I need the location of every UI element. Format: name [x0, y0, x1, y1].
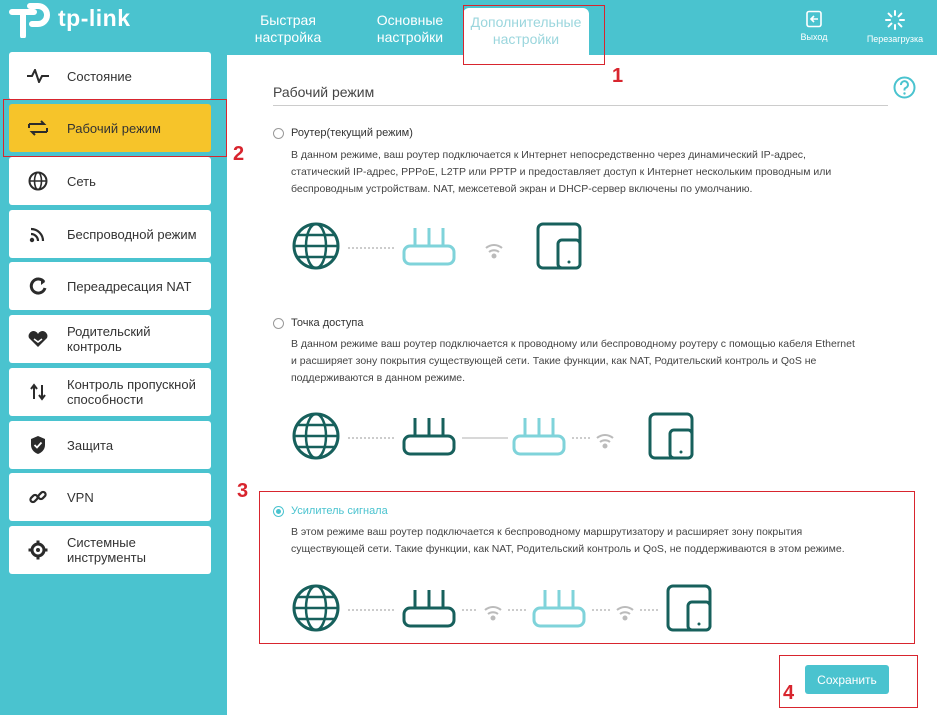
label-line: способности: [67, 392, 144, 407]
status-icon: [9, 69, 67, 83]
main-router-icon: [402, 418, 456, 456]
sidebar-item-wireless[interactable]: Беспроводной режим: [9, 210, 211, 258]
sidebar-item-label: Переадресация NAT: [67, 278, 192, 294]
nat-icon: [9, 277, 67, 295]
logo-text: tp-link: [58, 5, 131, 31]
sidebar-item-network[interactable]: Сеть: [9, 157, 211, 205]
annotation-number-3: 3: [237, 480, 249, 502]
tablet-icon: [536, 222, 582, 270]
sidebar-item-bandwidth-control[interactable]: Контроль пропускной способности: [9, 368, 211, 416]
radio-access-point-mode[interactable]: [273, 318, 284, 329]
annotation-number-4: 4: [783, 682, 795, 704]
tab-quick-setup[interactable]: Быстрая настройка: [228, 12, 348, 46]
sidebar-item-label: Защита: [67, 437, 114, 453]
desc-line: В данном режиме ваш роутер подключается …: [291, 338, 855, 350]
desc-line: и расширяет зону покрытия существующей с…: [291, 355, 817, 367]
vpn-icon: [9, 487, 67, 507]
sidebar-item-label: Контроль пропускной способности: [67, 377, 196, 407]
sidebar-item-label: Сеть: [67, 173, 96, 189]
tp-link-logo: tp-link: [8, 2, 138, 38]
section-title: Рабочий режим: [273, 84, 375, 100]
globe-icon: [292, 412, 340, 460]
network-icon: [9, 171, 67, 191]
annotation-number-2: 2: [233, 143, 245, 165]
logout-button[interactable]: Выход: [795, 10, 833, 42]
access-point-diagram: [292, 412, 694, 460]
router-mode-diagram: [292, 222, 582, 270]
desc-line: поддерживаются в данном режиме.: [291, 372, 466, 384]
tab-label: Основные: [376, 12, 444, 28]
section-divider: [273, 105, 888, 106]
option-desc-router: В данном режиме, ваш роутер подключается…: [291, 147, 901, 198]
tablet-icon: [648, 412, 694, 460]
wifi-icon: [485, 244, 503, 259]
label-line: инструменты: [67, 550, 146, 565]
sidebar-item-label: Системные инструменты: [67, 535, 146, 565]
tab-basic[interactable]: Основные настройки: [350, 12, 470, 46]
desc-line: беспроводным устройствам. NAT, межсетево…: [291, 183, 753, 195]
sidebar-item-label: VPN: [67, 489, 94, 505]
sidebar-item-nat[interactable]: Переадресация NAT: [9, 262, 211, 310]
label-line: Родительский: [67, 324, 151, 339]
annotation-number-1: 1: [612, 65, 624, 87]
sidebar-item-label: Состояние: [67, 68, 132, 84]
option-label-router: Роутер(текущий режим): [291, 127, 413, 139]
annotation-box-3: [259, 491, 915, 644]
tab-label: настройки: [376, 29, 444, 45]
logout-icon: [806, 10, 822, 28]
label-line: Контроль пропускной: [67, 377, 196, 392]
wireless-icon: [9, 225, 67, 243]
parental-control-icon: [9, 330, 67, 348]
sidebar-item-parental-control[interactable]: Родительский контроль: [9, 315, 211, 363]
desc-line: В данном режиме, ваш роутер подключается…: [291, 149, 806, 161]
radio-router-mode[interactable]: [273, 128, 284, 139]
bandwidth-icon: [9, 383, 67, 401]
label-line: контроль: [67, 339, 122, 354]
annotation-box-2: [3, 99, 227, 157]
option-label-access-point: Точка доступа: [291, 317, 364, 329]
security-icon: [9, 435, 67, 455]
option-desc-access-point: В данном режиме ваш роутер подключается …: [291, 336, 901, 387]
sidebar-item-label: Родительский контроль: [67, 324, 151, 354]
sidebar-item-label: Беспроводной режим: [67, 226, 197, 242]
system-tools-icon: [9, 540, 67, 560]
globe-icon: [292, 222, 340, 270]
desc-line: статический IP-адрес, PPPoE, L2TP или PP…: [291, 166, 832, 178]
sidebar-item-security[interactable]: Защита: [9, 421, 211, 469]
router-icon: [402, 228, 456, 266]
annotation-box-1: [463, 5, 605, 65]
logout-label: Выход: [800, 32, 828, 42]
reboot-label: Перезагрузка: [866, 34, 924, 44]
label-line: Системные: [67, 535, 136, 550]
tab-label: настройка: [254, 29, 322, 45]
annotation-box-4: [779, 655, 918, 708]
router-icon: [512, 418, 566, 456]
reboot-icon: [885, 10, 905, 30]
wifi-icon: [596, 434, 614, 449]
sidebar-item-system-tools[interactable]: Системные инструменты: [9, 526, 211, 574]
sidebar-item-vpn[interactable]: VPN: [9, 473, 211, 521]
help-icon[interactable]: [893, 76, 916, 99]
reboot-button[interactable]: Перезагрузка: [860, 10, 930, 44]
sidebar-item-status[interactable]: Состояние: [9, 52, 211, 100]
tab-label: Быстрая: [260, 12, 316, 28]
